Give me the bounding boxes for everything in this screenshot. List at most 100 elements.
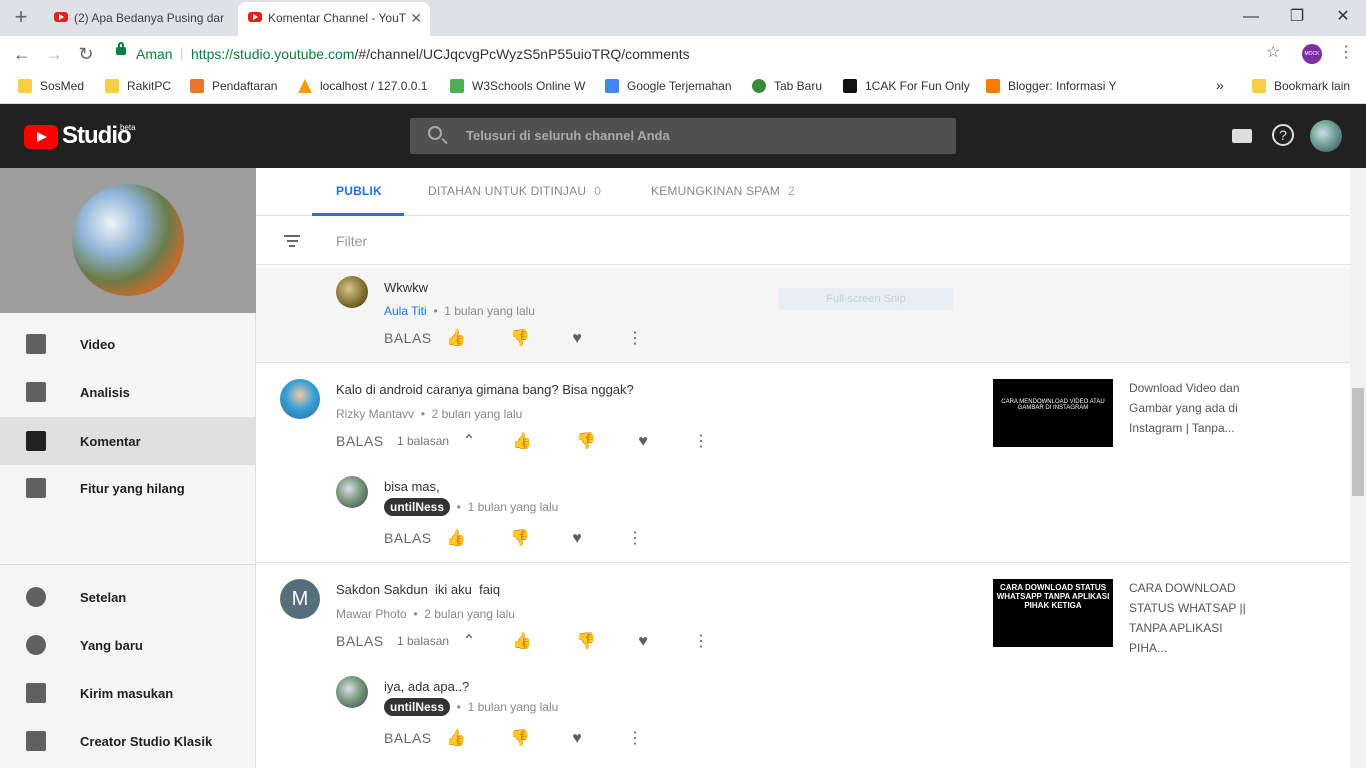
folder-icon bbox=[105, 79, 119, 93]
channel-search-input[interactable]: Telusuri di seluruh channel Anda bbox=[410, 118, 956, 154]
more-options-icon[interactable]: ⋮ bbox=[626, 730, 644, 748]
filter-icon[interactable] bbox=[284, 235, 300, 247]
replies-toggle[interactable]: 1 balasan bbox=[397, 634, 449, 648]
bookmark-item[interactable]: SosMed bbox=[18, 79, 84, 93]
avatar[interactable]: M bbox=[280, 579, 320, 619]
chevron-up-icon[interactable]: ⌃ bbox=[460, 633, 478, 651]
video-thumbnail[interactable]: CARA DOWNLOAD STATUS WHATSAPP TANPA APLI… bbox=[993, 579, 1113, 647]
comment-author[interactable]: Aula Titi bbox=[384, 304, 427, 318]
browser-tab-1[interactable]: (2) Apa Bedanya Pusing dan bbox=[44, 2, 236, 36]
sidebar-item-whats-new[interactable]: Yang baru bbox=[0, 621, 256, 669]
back-icon[interactable]: ← bbox=[10, 42, 34, 66]
other-bookmarks[interactable]: Bookmark lain bbox=[1252, 79, 1350, 93]
reload-icon[interactable]: ↻ bbox=[74, 42, 98, 66]
bookmarks-overflow-button[interactable]: » bbox=[1196, 77, 1224, 93]
reply-button[interactable]: BALAS bbox=[336, 433, 384, 449]
comment-time[interactable]: 1 bulan yang lalu bbox=[468, 700, 559, 714]
thumbs-down-icon[interactable]: 👎 bbox=[510, 530, 530, 548]
tab-likely-spam[interactable]: KEMUNGKINAN SPAM 2 bbox=[651, 184, 795, 198]
comment-author[interactable]: Rizky Mantavv bbox=[336, 407, 414, 421]
bookmark-star-icon[interactable]: ☆ bbox=[1266, 42, 1280, 62]
restore-icon[interactable]: ❐ bbox=[1274, 0, 1320, 34]
thumbs-up-icon[interactable]: 👍 bbox=[446, 730, 466, 748]
sidebar-item-classic-studio[interactable]: Creator Studio Klasik bbox=[0, 717, 256, 765]
chevron-up-icon[interactable]: ⌃ bbox=[460, 433, 478, 451]
comment-time[interactable]: 1 bulan yang lalu bbox=[468, 500, 559, 514]
comment-time[interactable]: 2 bulan yang lalu bbox=[432, 407, 523, 421]
reply-button[interactable]: BALAS bbox=[336, 633, 384, 649]
bookmark-item[interactable]: RakitPC bbox=[105, 79, 171, 93]
sidebar-item-video[interactable]: Video bbox=[0, 320, 256, 368]
filter-input[interactable]: Filter bbox=[336, 233, 367, 249]
more-options-icon[interactable]: ⋮ bbox=[692, 633, 710, 651]
video-title[interactable]: CARA DOWNLOAD STATUS WHATSAP || TANPA AP… bbox=[1129, 578, 1259, 658]
filter-bar[interactable]: Filter bbox=[256, 217, 1350, 265]
reply-button[interactable]: BALAS bbox=[384, 530, 432, 546]
address-bar[interactable]: Aman | https://studio.youtube.com/#/chan… bbox=[104, 40, 1294, 68]
comment-time[interactable]: 1 bulan yang lalu bbox=[444, 304, 535, 318]
heart-icon[interactable]: ♥ bbox=[568, 530, 586, 548]
thumbs-down-icon[interactable]: 👎 bbox=[510, 730, 530, 748]
new-tab-button[interactable]: + bbox=[8, 6, 34, 30]
bookmark-item[interactable]: Blogger: Informasi Y bbox=[986, 79, 1118, 93]
thumbs-down-icon[interactable]: 👎 bbox=[576, 433, 596, 451]
scrollbar[interactable] bbox=[1350, 168, 1366, 768]
thumbs-down-icon[interactable]: 👎 bbox=[576, 633, 596, 651]
tab-held-for-review[interactable]: DITAHAN UNTUK DITINJAU 0 bbox=[428, 184, 601, 198]
avatar[interactable] bbox=[336, 276, 368, 308]
heart-icon[interactable]: ♥ bbox=[568, 730, 586, 748]
bookmark-item[interactable]: 1CAK For Fun Only bbox=[843, 79, 970, 93]
window-close-icon[interactable]: ✕ bbox=[1320, 0, 1366, 34]
browser-tab-2[interactable]: Komentar Channel - YouT ✕ bbox=[238, 2, 430, 36]
close-icon[interactable]: ✕ bbox=[410, 2, 422, 34]
extension-icon[interactable]: MOCK TOLE bbox=[1302, 44, 1322, 77]
more-options-icon[interactable]: ⋮ bbox=[692, 433, 710, 451]
comment-time[interactable]: 2 bulan yang lalu bbox=[424, 607, 515, 621]
bookmark-item[interactable]: localhost / 127.0.0.1 bbox=[298, 79, 427, 93]
channel-avatar[interactable] bbox=[72, 184, 184, 296]
more-options-icon[interactable]: ⋮ bbox=[626, 530, 644, 548]
video-thumbnail[interactable]: CARA MENDOWNLOAD VIDEO ATAU GAMBAR DI IN… bbox=[993, 379, 1113, 447]
sidebar-item-analytics[interactable]: Analisis bbox=[0, 368, 256, 416]
browser-menu-icon[interactable]: ⋮ bbox=[1338, 42, 1354, 62]
bookmark-label: W3Schools Online W bbox=[472, 79, 586, 93]
owner-badge[interactable]: untilNess bbox=[384, 698, 451, 716]
replies-toggle[interactable]: 1 balasan bbox=[397, 434, 449, 448]
thumbs-down-icon[interactable]: 👎 bbox=[510, 330, 530, 348]
avatar[interactable] bbox=[280, 379, 320, 419]
forward-icon[interactable]: → bbox=[42, 42, 66, 66]
sidebar-item-comments[interactable]: Komentar bbox=[0, 417, 256, 465]
thumbs-up-icon[interactable]: 👍 bbox=[512, 633, 532, 651]
thumbs-up-icon[interactable]: 👍 bbox=[446, 330, 466, 348]
bookmark-item[interactable]: Pendaftaran bbox=[190, 79, 277, 93]
sidebar-item-feedback[interactable]: Kirim masukan bbox=[0, 669, 256, 717]
avatar[interactable] bbox=[336, 476, 368, 508]
account-avatar[interactable] bbox=[1310, 120, 1342, 152]
bookmark-item[interactable]: Tab Baru bbox=[752, 79, 822, 93]
bookmark-item[interactable]: Google Terjemahan bbox=[605, 79, 732, 93]
heart-icon[interactable]: ♥ bbox=[634, 633, 652, 651]
create-video-icon[interactable] bbox=[1232, 129, 1252, 143]
phpmyadmin-icon bbox=[298, 79, 312, 93]
thumbs-up-icon[interactable]: 👍 bbox=[512, 433, 532, 451]
help-icon[interactable]: ? bbox=[1272, 124, 1294, 146]
thumbs-up-icon[interactable]: 👍 bbox=[446, 530, 466, 548]
reply-button[interactable]: BALAS bbox=[384, 330, 432, 346]
youtube-logo-icon[interactable] bbox=[24, 125, 58, 149]
comment-author[interactable]: Mawar Photo bbox=[336, 607, 407, 621]
heart-icon[interactable]: ♥ bbox=[568, 330, 586, 348]
scrollbar-thumb[interactable] bbox=[1352, 388, 1364, 496]
whats-new-icon bbox=[26, 635, 46, 655]
avatar[interactable] bbox=[336, 676, 368, 708]
sidebar-item-settings[interactable]: Setelan bbox=[0, 573, 256, 621]
more-options-icon[interactable]: ⋮ bbox=[626, 330, 644, 348]
video-title[interactable]: Download Video dan Gambar yang ada di In… bbox=[1129, 378, 1259, 438]
owner-badge[interactable]: untilNess bbox=[384, 498, 451, 516]
reply-button[interactable]: BALAS bbox=[384, 730, 432, 746]
tab-public[interactable]: PUBLIK bbox=[336, 184, 382, 198]
google-translate-icon bbox=[605, 79, 619, 93]
sidebar-item-missing-features[interactable]: Fitur yang hilang bbox=[0, 464, 256, 512]
bookmark-item[interactable]: W3Schools Online W bbox=[450, 79, 585, 93]
heart-icon[interactable]: ♥ bbox=[634, 433, 652, 451]
minimize-icon[interactable]: — bbox=[1228, 0, 1274, 34]
